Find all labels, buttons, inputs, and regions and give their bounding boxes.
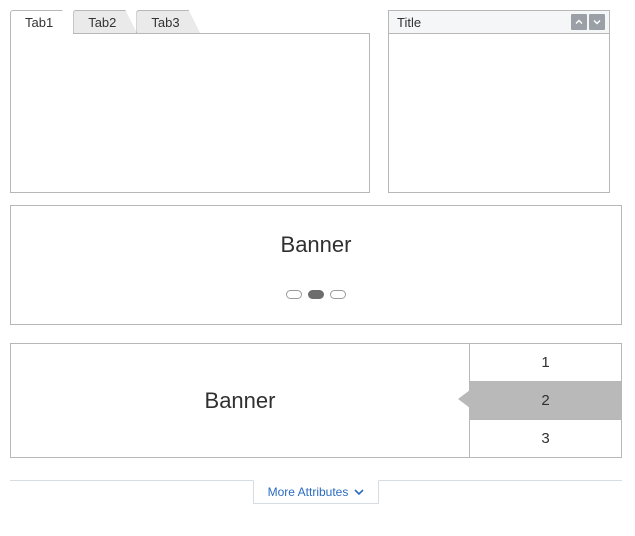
more-attributes-button[interactable]: More Attributes (253, 480, 380, 504)
carousel-dot-3[interactable] (330, 290, 346, 299)
expand-button[interactable] (589, 14, 605, 30)
footer: More Attributes (10, 480, 622, 505)
banner-carousel-list: Banner 1 2 3 (10, 343, 622, 458)
banner-text: Banner (11, 206, 621, 284)
carousel-nav-list: 1 2 3 (469, 344, 621, 457)
panel-body (389, 34, 609, 192)
chevron-down-icon (354, 487, 364, 497)
carousel-nav-item-1[interactable]: 1 (470, 344, 621, 382)
chevron-down-icon (592, 17, 602, 27)
carousel-dot-1[interactable] (286, 290, 302, 299)
banner-carousel-dots: Banner (10, 205, 622, 325)
more-attributes-label: More Attributes (268, 485, 349, 499)
panel-buttons (571, 14, 605, 30)
collapse-button[interactable] (571, 14, 587, 30)
panel-header: Title (389, 11, 609, 34)
tab-2[interactable]: Tab2 (73, 10, 137, 34)
carousel-dot-2[interactable] (308, 290, 324, 299)
panel: Title (388, 10, 610, 193)
tab-body (10, 33, 370, 193)
banner-text: Banner (205, 388, 276, 414)
tab-3[interactable]: Tab3 (136, 10, 200, 34)
tab-1[interactable]: Tab1 (10, 10, 74, 34)
tab-strip: Tab1 Tab2 Tab3 (10, 10, 370, 34)
panel-title: Title (397, 15, 421, 30)
carousel-nav-item-3[interactable]: 3 (470, 420, 621, 457)
carousel-dots (11, 284, 621, 309)
pointer-icon (458, 388, 470, 414)
carousel-nav-item-2[interactable]: 2 (470, 382, 621, 420)
chevron-up-icon (574, 17, 584, 27)
tab-container: Tab1 Tab2 Tab3 (10, 10, 370, 193)
banner-main: Banner (11, 344, 469, 457)
